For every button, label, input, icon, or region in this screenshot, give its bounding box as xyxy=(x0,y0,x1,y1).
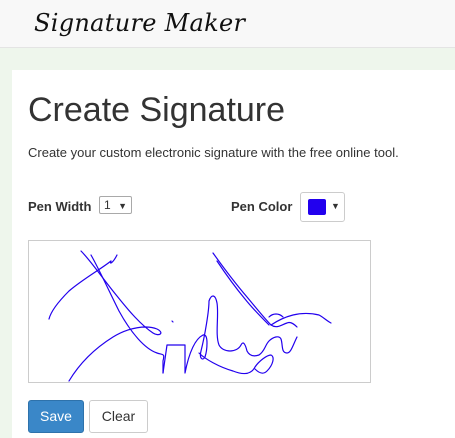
pen-color-label: Pen Color xyxy=(231,199,293,214)
pen-width-label: Pen Width xyxy=(28,199,92,214)
signature-stroke-3 xyxy=(109,254,118,264)
brand-logo[interactable]: Signature Maker xyxy=(34,9,245,37)
signature-stroke-9 xyxy=(198,352,274,375)
page-title: Create Signature xyxy=(28,91,286,129)
signature-stroke-6 xyxy=(212,252,298,328)
navbar: Signature Maker xyxy=(0,0,455,48)
signature-stroke-1 xyxy=(68,250,162,382)
signature-stroke-2 xyxy=(48,260,112,320)
select-caret-icon: ▼ xyxy=(118,201,127,211)
signature-pad[interactable] xyxy=(28,240,371,383)
chevron-down-icon: ▼ xyxy=(331,201,340,211)
clear-button[interactable]: Clear xyxy=(89,400,148,433)
pen-color-picker[interactable]: ▼ xyxy=(300,192,345,222)
save-button[interactable]: Save xyxy=(28,400,84,433)
signature-stroke-11 xyxy=(171,320,174,323)
signature-strokes xyxy=(48,250,332,382)
pen-width-value: 1 xyxy=(104,198,111,212)
page-subtitle: Create your custom electronic signature … xyxy=(28,145,399,160)
signature-stroke-4 xyxy=(90,254,165,374)
signature-stroke-10 xyxy=(268,313,284,318)
pen-color-swatch xyxy=(308,199,326,215)
pen-width-select[interactable]: 1 ▼ xyxy=(99,196,132,214)
signature-stroke-5 xyxy=(162,295,298,374)
